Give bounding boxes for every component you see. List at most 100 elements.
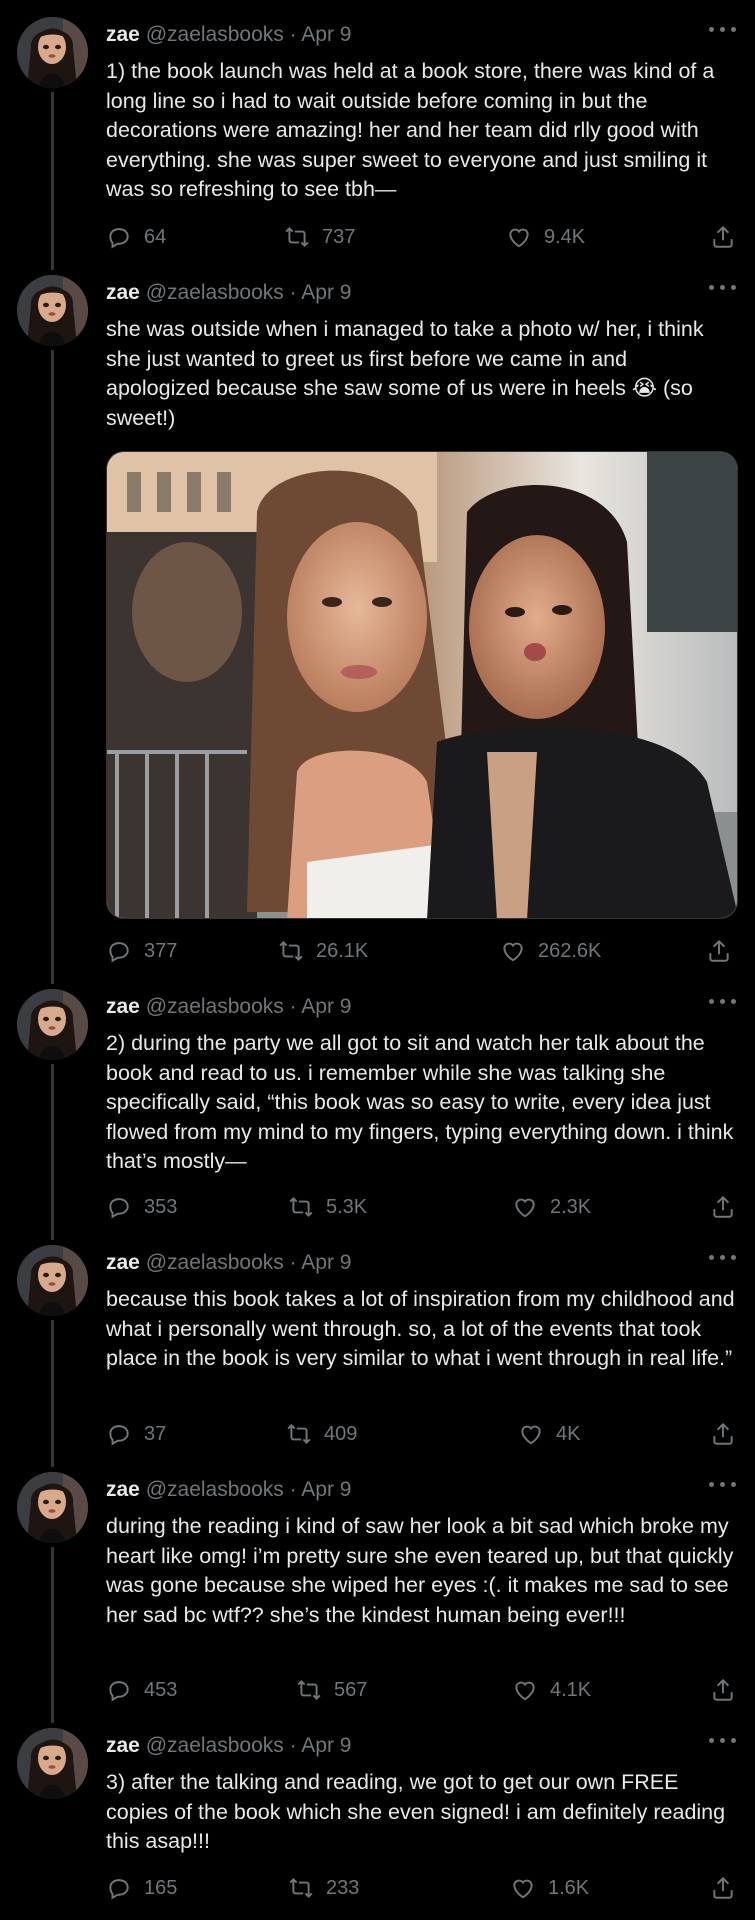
reply-button[interactable]: 64 (106, 222, 166, 252)
like-button[interactable]: 4K (518, 1419, 580, 1449)
reply-button[interactable]: 165 (106, 1873, 177, 1903)
share-button[interactable] (710, 222, 736, 252)
retweet-count: 409 (324, 1422, 358, 1445)
avatar-image (17, 17, 88, 88)
like-count: 2.3K (550, 1195, 592, 1218)
more-icon[interactable] (708, 1252, 738, 1262)
display-name[interactable]: zae (106, 23, 140, 46)
tweet-date[interactable]: Apr 9 (301, 281, 351, 304)
heart-icon (515, 1198, 535, 1218)
retweet-button[interactable]: 26.1K (278, 936, 368, 966)
share-icon (713, 225, 733, 248)
tweet-2[interactable]: zae @zaelasbooks · Apr 9 she was outside… (0, 258, 755, 984)
user-handle[interactable]: @zaelasbooks (146, 1478, 284, 1501)
tweet-text: during the reading i kind of saw her loo… (106, 1514, 734, 1627)
tweet-4[interactable]: zae @zaelasbooks · Apr 9 because this bo… (0, 1228, 755, 1467)
tweet-text: she was outside when i managed to take a… (106, 317, 704, 430)
more-icon[interactable] (708, 1735, 738, 1745)
retweet-count: 26.1K (316, 939, 369, 962)
tweet-3[interactable]: zae @zaelasbooks · Apr 9 2) during the p… (0, 972, 755, 1240)
display-name[interactable]: zae (106, 1734, 140, 1757)
reply-button[interactable]: 377 (106, 936, 177, 966)
tweet-actions: 64 737 9.4K (106, 222, 738, 252)
avatar[interactable] (17, 1472, 88, 1543)
separator: · (289, 1734, 297, 1757)
more-icon[interactable] (708, 282, 738, 292)
user-handle[interactable]: @zaelasbooks (146, 1251, 284, 1274)
tweet-actions: 453 567 4.1K (106, 1675, 738, 1705)
separator: · (289, 1251, 297, 1274)
avatar[interactable] (17, 989, 88, 1060)
display-name[interactable]: zae (106, 1478, 140, 1501)
avatar-image (17, 275, 88, 346)
separator: · (289, 281, 297, 304)
tweet-header: zae @zaelasbooks · Apr 9 (106, 1250, 352, 1276)
retweet-button[interactable]: 233 (288, 1873, 359, 1903)
display-name[interactable]: zae (106, 281, 140, 304)
reply-button[interactable]: 453 (106, 1675, 177, 1705)
tweet-5[interactable]: zae @zaelasbooks · Apr 9 during the read… (0, 1455, 755, 1723)
more-icon[interactable] (708, 1479, 738, 1489)
tweet-date[interactable]: Apr 9 (301, 995, 351, 1018)
more-icon[interactable] (708, 996, 738, 1006)
reply-count: 377 (144, 939, 178, 962)
reply-count: 165 (144, 1876, 178, 1899)
share-button[interactable] (710, 1873, 736, 1903)
like-button[interactable]: 4.1K (512, 1675, 591, 1705)
like-button[interactable]: 2.3K (512, 1192, 591, 1222)
share-button[interactable] (710, 1675, 736, 1705)
tweet-header: zae @zaelasbooks · Apr 9 (106, 994, 352, 1020)
retweet-button[interactable]: 409 (286, 1419, 357, 1449)
retweet-button[interactable]: 5.3K (288, 1192, 367, 1222)
thread-line (51, 1064, 54, 1240)
user-handle[interactable]: @zaelasbooks (146, 995, 284, 1018)
avatar-image (17, 1472, 88, 1543)
tweet-date[interactable]: Apr 9 (301, 1478, 351, 1501)
retweet-count: 567 (334, 1678, 368, 1701)
display-name[interactable]: zae (106, 1251, 140, 1274)
share-button[interactable] (706, 936, 732, 966)
reply-button[interactable]: 37 (106, 1419, 166, 1449)
tweet-6[interactable]: zae @zaelasbooks · Apr 9 3) after the ta… (0, 1711, 755, 1920)
tweet-date[interactable]: Apr 9 (301, 1734, 351, 1757)
avatar[interactable] (17, 275, 88, 346)
display-name[interactable]: zae (106, 995, 140, 1018)
user-handle[interactable]: @zaelasbooks (146, 23, 284, 46)
share-button[interactable] (710, 1192, 736, 1222)
tweet-date[interactable]: Apr 9 (301, 1251, 351, 1274)
reply-icon (109, 1425, 129, 1446)
heart-icon (513, 1879, 533, 1899)
tweet-text: 1) the book launch was held at a book st… (106, 59, 715, 201)
tweet-photo[interactable] (106, 451, 738, 919)
share-button[interactable] (710, 1419, 736, 1449)
retweet-icon (285, 226, 309, 248)
reply-icon (109, 1198, 129, 1219)
like-button[interactable]: 9.4K (506, 222, 585, 252)
avatar[interactable] (17, 17, 88, 88)
tweet-1[interactable]: zae @zaelasbooks · Apr 9 1) the book lau… (0, 0, 755, 270)
heart-icon (503, 942, 523, 962)
reply-icon (109, 228, 129, 249)
retweet-button[interactable]: 567 (296, 1675, 367, 1705)
like-count: 4K (556, 1422, 581, 1445)
reply-count: 64 (144, 225, 167, 248)
tweet-text: 2) during the party we all got to sit an… (106, 1031, 734, 1173)
retweet-button[interactable]: 737 (284, 222, 355, 252)
like-count: 262.6K (538, 939, 602, 962)
tweet-text: 3) after the talking and reading, we got… (106, 1770, 726, 1853)
reply-button[interactable]: 353 (106, 1192, 177, 1222)
avatar[interactable] (17, 1245, 88, 1316)
share-icon (713, 1195, 733, 1218)
tweet-actions: 165 233 1.6K (106, 1873, 738, 1903)
tweet-header: zae @zaelasbooks · Apr 9 (106, 1477, 352, 1503)
like-button[interactable]: 1.6K (510, 1873, 589, 1903)
reply-icon (109, 1681, 129, 1702)
user-handle[interactable]: @zaelasbooks (146, 281, 284, 304)
tweet-date[interactable]: Apr 9 (301, 23, 351, 46)
retweet-icon (289, 1196, 313, 1218)
avatar[interactable] (17, 1728, 88, 1799)
tweet-actions: 37 409 4K (106, 1419, 738, 1449)
user-handle[interactable]: @zaelasbooks (146, 1734, 284, 1757)
like-button[interactable]: 262.6K (500, 936, 601, 966)
more-icon[interactable] (708, 24, 738, 34)
